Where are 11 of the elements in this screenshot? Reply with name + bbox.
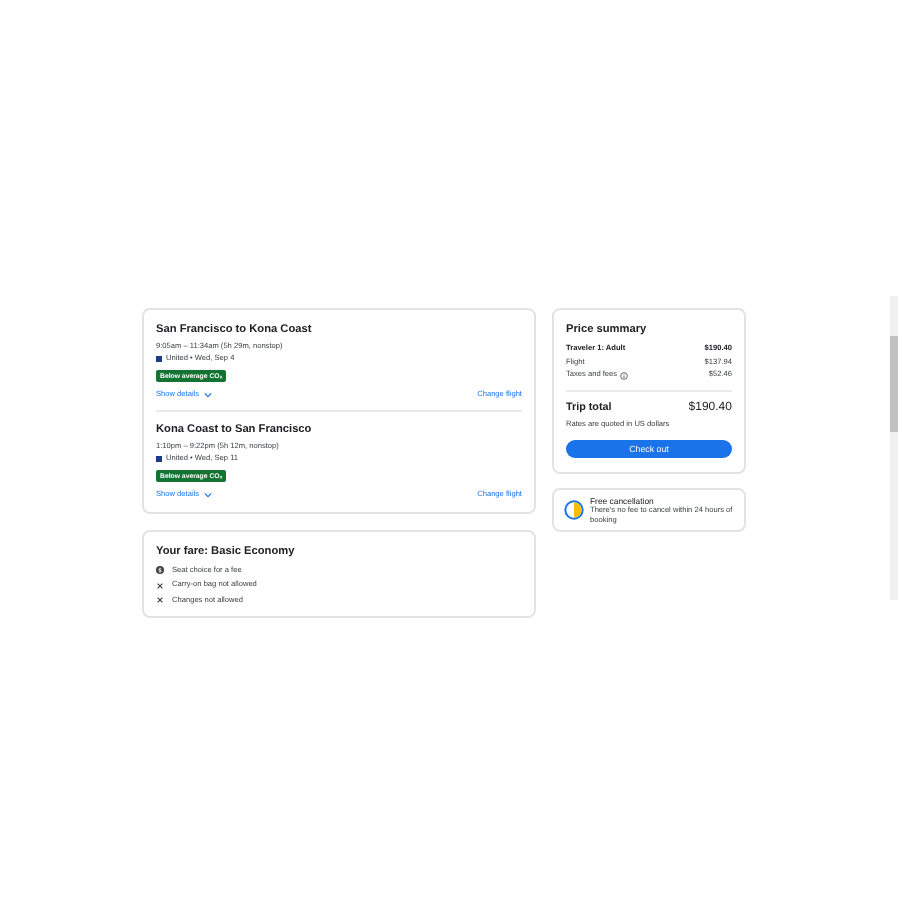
chevron-down-icon[interactable] — [203, 491, 212, 497]
dollar-circle-icon — [156, 566, 164, 574]
scrollbar-thumb[interactable] — [890, 336, 898, 432]
cross-icon — [156, 596, 164, 604]
clock-icon — [564, 500, 584, 521]
airline-logo-icon — [156, 455, 162, 463]
info-icon[interactable] — [620, 371, 629, 379]
cross-icon — [156, 581, 164, 589]
chevron-down-icon[interactable] — [203, 391, 212, 397]
airline-logo-icon — [156, 355, 162, 363]
scrollbar[interactable] — [890, 296, 898, 600]
